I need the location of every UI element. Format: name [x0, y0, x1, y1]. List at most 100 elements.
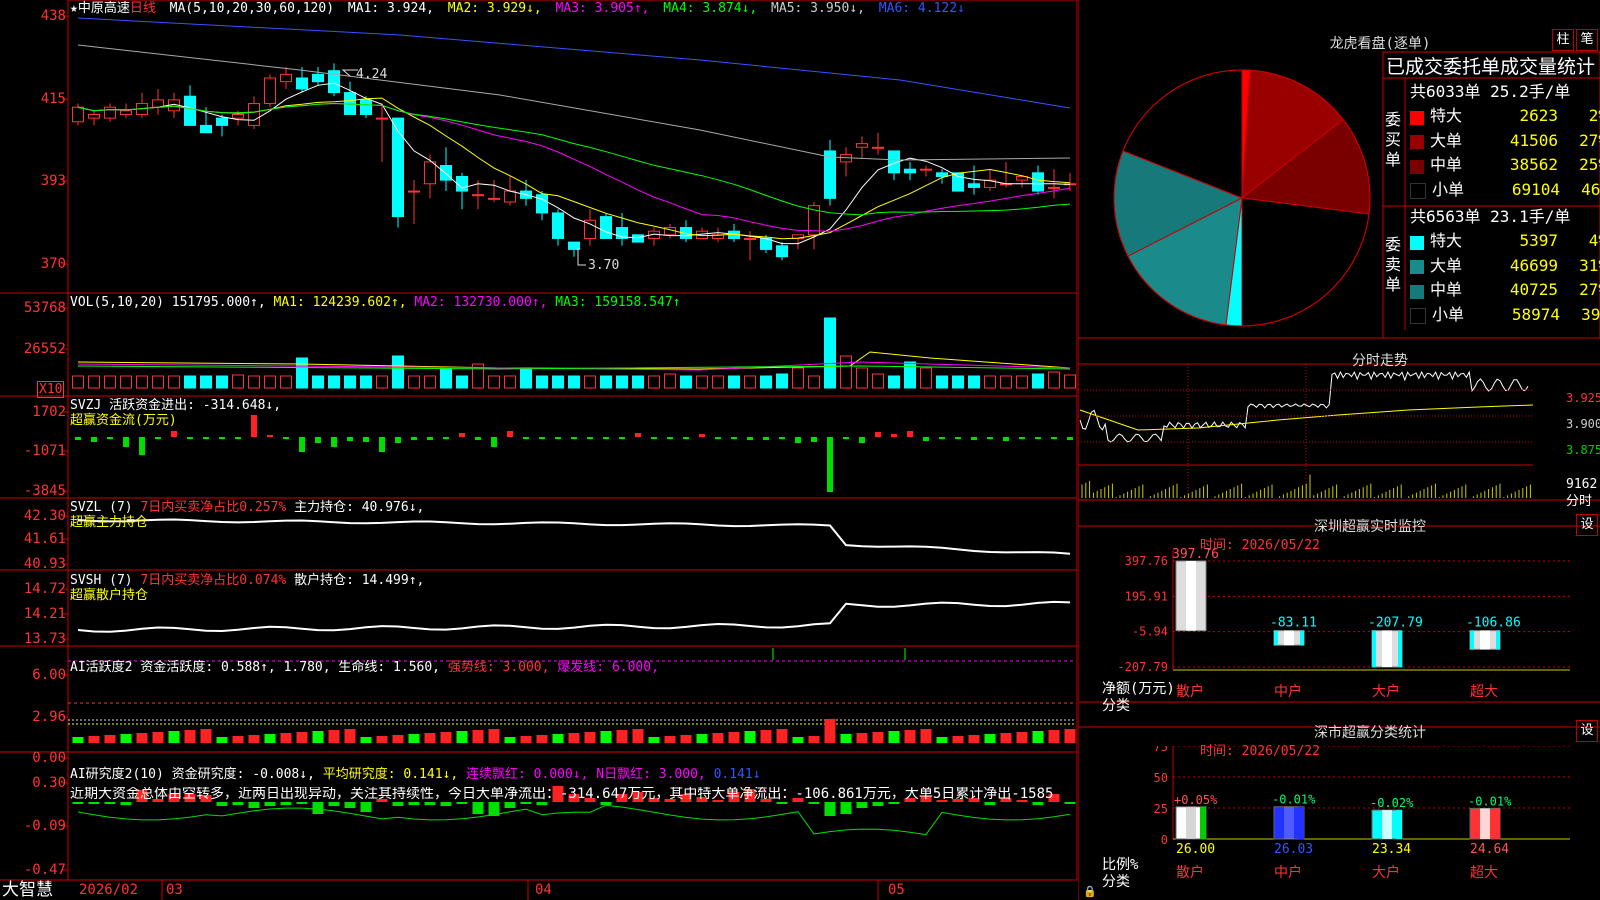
ai-active-bar-7 [184, 730, 196, 743]
svzj-bar-31 [571, 437, 577, 439]
sell-pct-3: 39% [1581, 304, 1600, 324]
szc-value-2: 23.34 [1372, 842, 1411, 857]
szm-axis-label-0: 397.76 [1125, 554, 1168, 568]
svzj-bar-38 [683, 437, 689, 439]
svzj-bar-62 [1067, 437, 1073, 440]
szc-category-1: 中户 [1274, 864, 1302, 881]
szm-category-1: 中户 [1274, 683, 1302, 700]
ai-research-bar-3 [120, 802, 132, 805]
svzj-bar-43 [763, 437, 769, 440]
szc-bar-edge-1 [1298, 806, 1304, 839]
vol-unit-badge: X10 [37, 381, 65, 398]
sell-pct-0: 4% [1588, 231, 1600, 250]
svsh-ratio: 7日内买卖净占比0.074% [140, 573, 287, 588]
tick-view-button[interactable]: 笔 [1576, 29, 1598, 51]
ai-active-bar-6 [168, 731, 180, 743]
sz-monitor-settings-button[interactable]: 设 [1576, 514, 1598, 536]
ai-active-bar-32 [584, 732, 596, 743]
app-brand[interactable]: 大智慧 [2, 880, 53, 900]
volume-bar-47 [824, 317, 836, 389]
candle-body-1 [88, 113, 100, 119]
fenshi-vol-axis: 9162 [1566, 477, 1598, 492]
ai-active-bar-18 [360, 737, 372, 743]
ai-active-bar-17 [344, 729, 356, 743]
candle-body-14 [296, 77, 308, 90]
ai-research-header: AI研究度2(10) 资金研究度: -0.008↓, 平均研究度: 0.141↓… [70, 767, 761, 782]
ai-active-bar-62 [1064, 729, 1076, 743]
szc-chg-0: +0.05% [1174, 793, 1218, 807]
svzj-bar-32 [587, 437, 593, 439]
svzl-axis-low: 40.93 [23, 556, 66, 572]
szm-bar-edge2-2 [1398, 630, 1402, 667]
bar-view-button[interactable]: 柱 [1552, 29, 1574, 51]
svzj-bar-17 [347, 437, 353, 441]
volume-bar-6 [168, 375, 180, 389]
ai-active-bar-40 [712, 733, 724, 743]
candle-body-27 [504, 190, 516, 203]
volume-bar-9 [216, 375, 228, 389]
szm-bar-edge2-3 [1496, 630, 1500, 650]
buy-swatch-3 [1410, 183, 1426, 199]
volume-bar-60 [1032, 373, 1044, 389]
ma5-line [77, 44, 1071, 161]
volume-bar-48 [840, 355, 852, 389]
ai-research-v2: 平均研究度: 0.141↓, [322, 767, 459, 782]
svzj-bar-2 [107, 437, 113, 439]
svzj-axis-low: -3845 [23, 483, 66, 499]
buy-pct-0: 2% [1588, 106, 1600, 125]
candle-body-15 [312, 73, 324, 83]
svzj-bar-46 [811, 437, 817, 442]
period-label[interactable]: 日线 [130, 1, 156, 16]
ai-research-bar-28 [520, 802, 532, 804]
price-axis-370: 370 [40, 256, 66, 272]
sz-class-settings-button[interactable]: 设 [1576, 720, 1598, 742]
szm-bar-label-2: -207.79 [1368, 616, 1423, 631]
candle-body-10 [232, 113, 244, 119]
volume-bar-46 [808, 375, 820, 389]
candle-body-3 [120, 110, 132, 115]
buy-name-2: 中单 [1430, 155, 1463, 174]
ai-active-bar-34 [616, 730, 628, 743]
ma3-value: MA3: 3.905↑, [555, 1, 650, 16]
candle-body-23 [440, 165, 452, 181]
svzj-bar-30 [555, 437, 561, 439]
vol-axis-mid: 26552 [23, 341, 66, 357]
sell-pct-2: 27% [1579, 280, 1600, 299]
svzj-bar-49 [859, 437, 865, 443]
low-annotation-line [577, 248, 586, 266]
svzj-bar-37 [667, 437, 673, 439]
svzj-header: SVZJ 活跃资金进出: -314.648↓, [70, 398, 281, 413]
kline-chart-area[interactable] [0, 0, 1078, 900]
ai-active-bar-47 [824, 719, 836, 743]
ai-research-bar-20 [392, 802, 404, 806]
vol-ma1: MA1: 124239.602↑, [273, 295, 407, 310]
sz-class-chart: 75 50 25 0 +0.05% 26.00 散户 -0.01% 26.03 中户 -0.02% 2… [1154, 746, 1570, 881]
ai-active-axis-mid: 2.96 [32, 709, 66, 725]
ai-research-bar-62 [1064, 802, 1076, 804]
ma-title: MA(5,10,20,30,60,120) [169, 1, 335, 16]
ai-research-title: AI研究度2(10) [70, 767, 164, 782]
svzj-value: 活跃资金进出: -314.648↓, [109, 398, 282, 413]
vol-ma2: MA2: 132730.000↑, [414, 295, 548, 310]
date-label-2: 03 [166, 882, 183, 898]
candle-body-44 [776, 245, 788, 258]
buy-pct-1: 27% [1579, 130, 1600, 150]
ai-research-bar-27 [504, 802, 516, 808]
ai-active-bar-14 [296, 732, 308, 743]
fenshi-axis-mid: 3.900 [1566, 417, 1600, 431]
ai-active-bar-42 [744, 731, 756, 743]
ai-active-bar-26 [488, 729, 500, 743]
volume-bar-41 [728, 375, 740, 389]
candle-body-21 [408, 190, 420, 193]
date-label-1: 2026/02 [79, 882, 139, 898]
ai-active-bar-25 [472, 730, 484, 743]
stock-name[interactable]: ★中原高速 [70, 1, 130, 16]
vol-value: 151795.000↑, [171, 295, 266, 310]
sell-name-2: 中单 [1430, 280, 1463, 299]
sell-row-2: 中单 40725 27% [1410, 279, 1600, 301]
ai-active-bar-33 [600, 731, 612, 743]
szm-category-3: 超大 [1470, 684, 1498, 700]
volume-bar-15 [312, 375, 324, 389]
sell-name-0: 特大 [1430, 231, 1463, 250]
sell-value-2: 40725 [1509, 280, 1558, 299]
